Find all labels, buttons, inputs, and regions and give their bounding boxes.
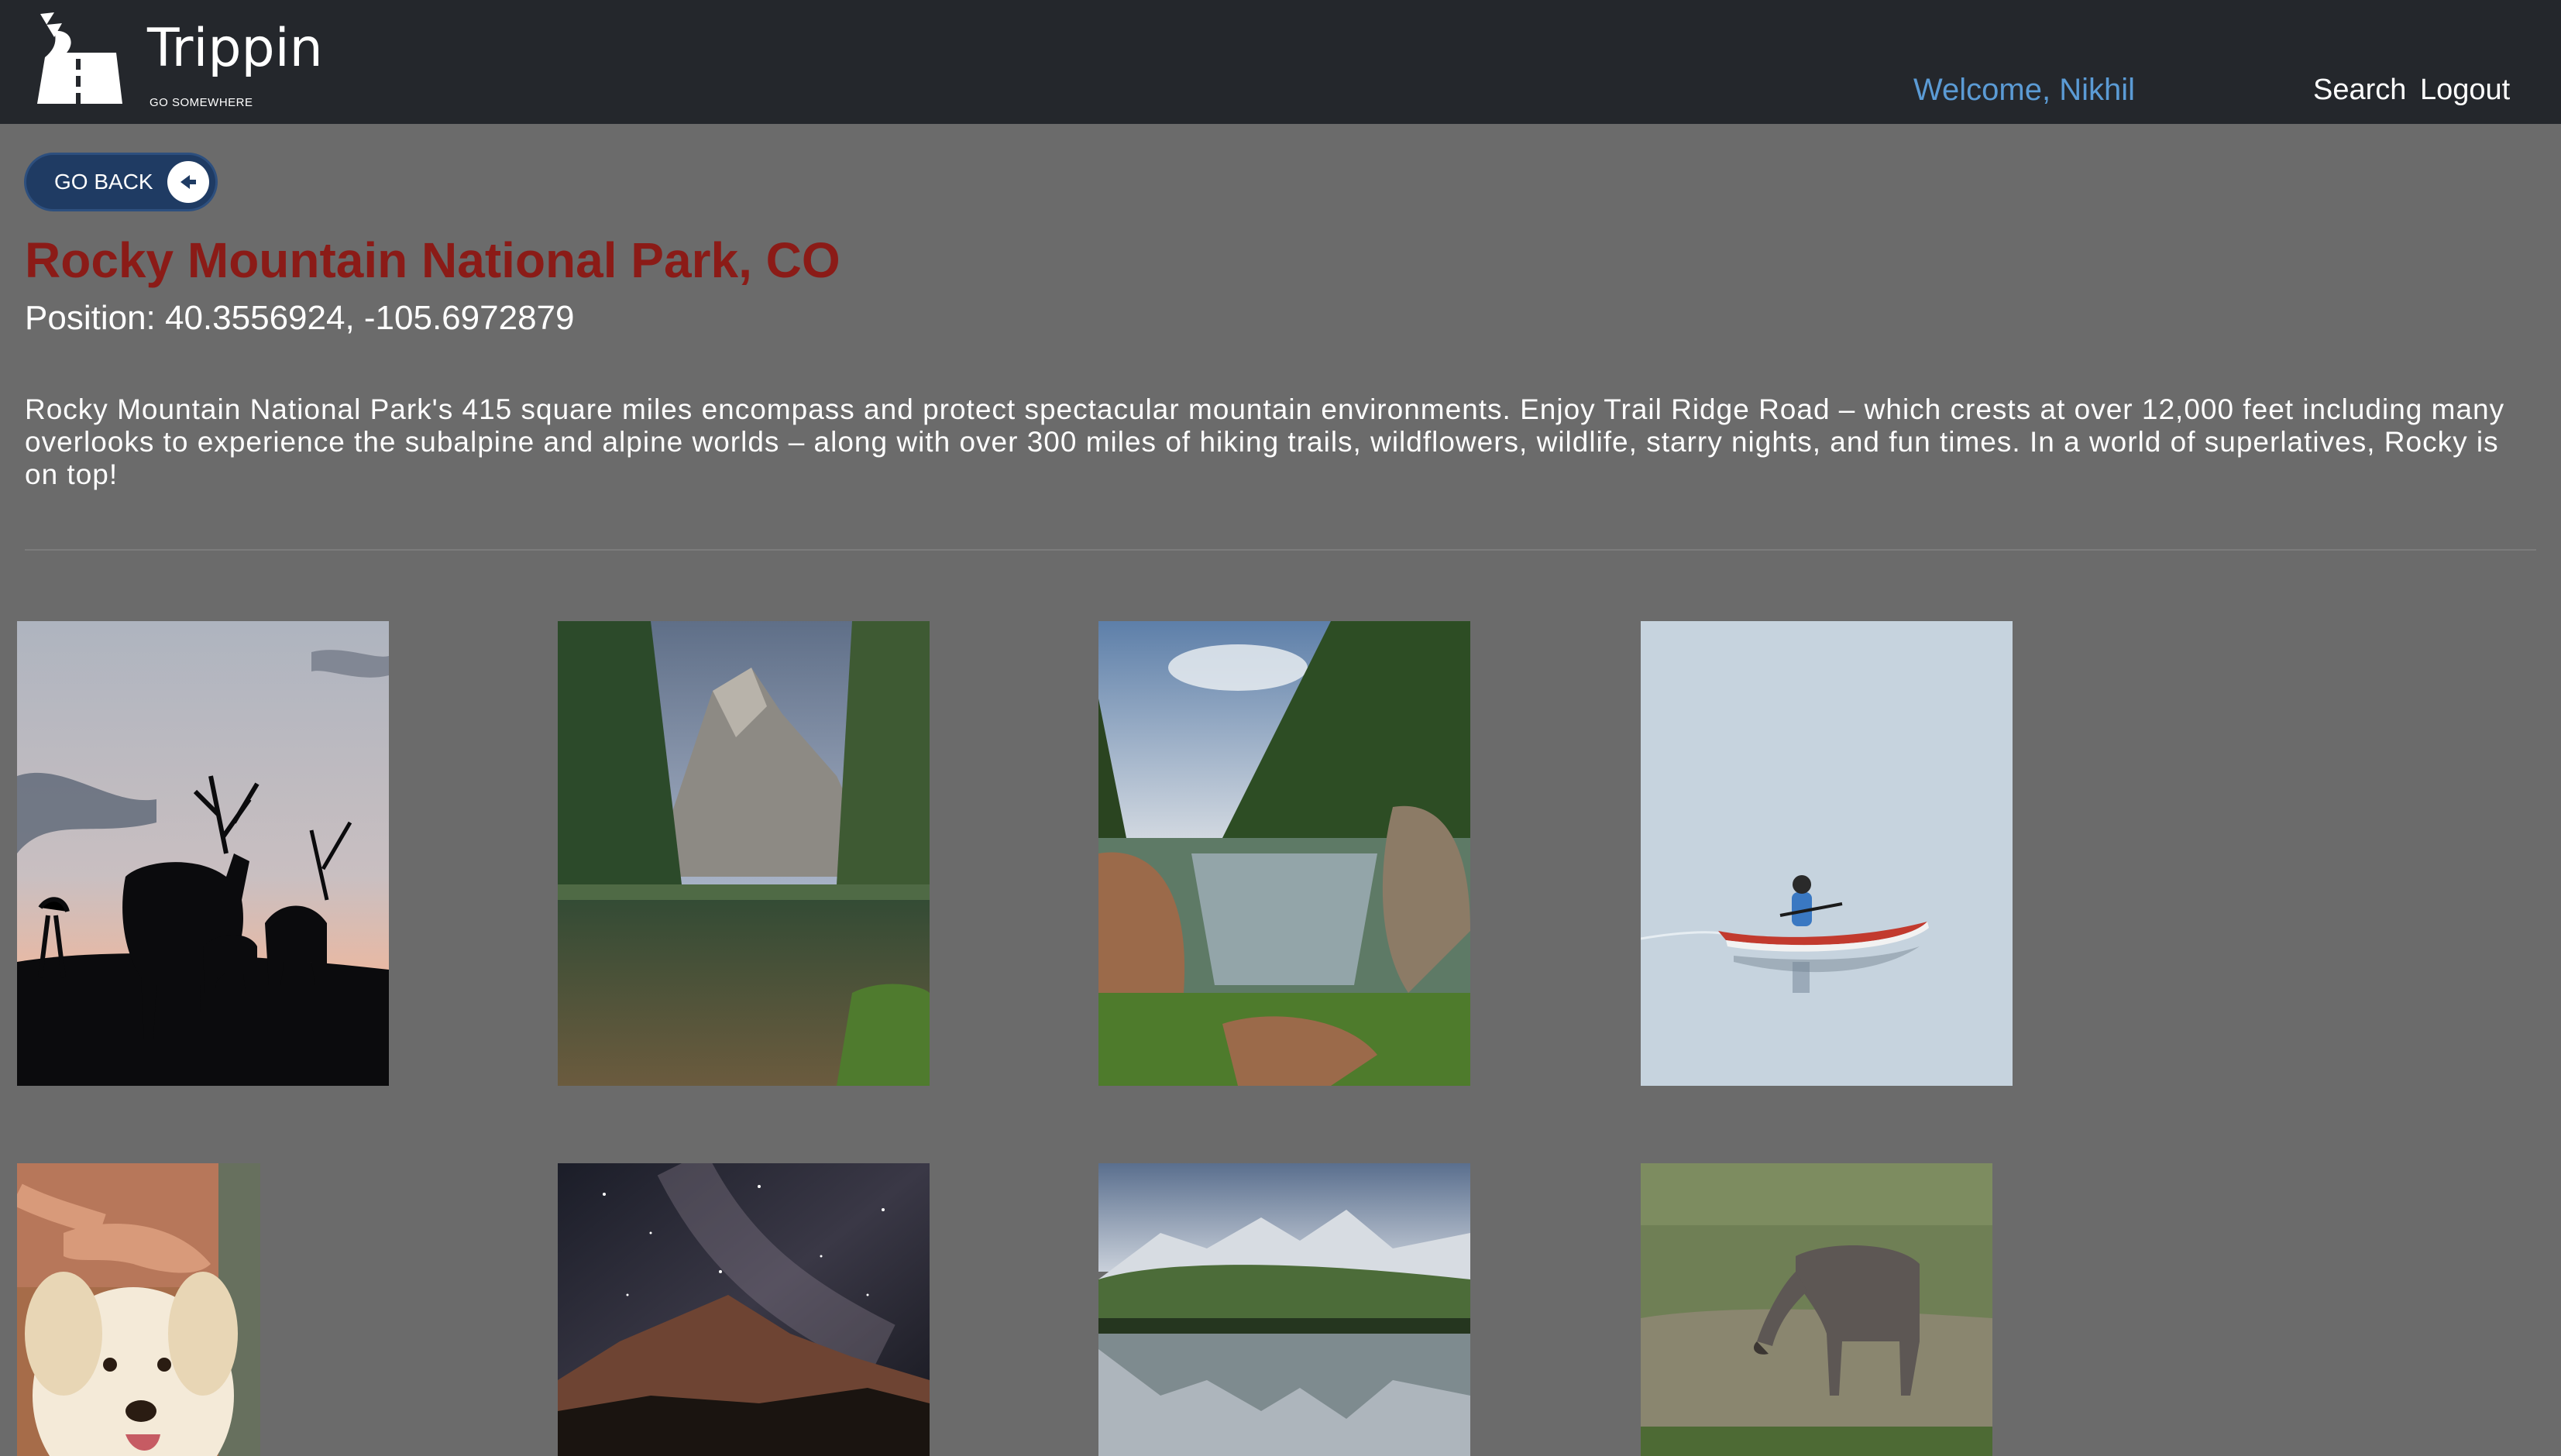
welcome-message: Welcome, Nikhil bbox=[1913, 73, 2135, 107]
road-logo-icon[interactable] bbox=[31, 11, 124, 108]
photo-mountain-lake[interactable] bbox=[558, 621, 930, 1086]
nav-logout-link[interactable]: Logout bbox=[2420, 68, 2510, 112]
park-title: Rocky Mountain National Park, CO bbox=[25, 232, 840, 288]
photo-golden-retriever[interactable] bbox=[17, 1163, 260, 1456]
brand-name[interactable]: Trippin bbox=[147, 14, 323, 84]
photo-forest-lake[interactable] bbox=[1098, 621, 1470, 1086]
park-description: Rocky Mountain National Park's 415 squar… bbox=[25, 393, 2505, 490]
photo-milky-way[interactable] bbox=[558, 1163, 930, 1456]
go-back-label: GO BACK bbox=[54, 170, 153, 194]
top-navbar: Trippin GO SOMEWHERE Welcome, Nikhil Sea… bbox=[0, 0, 2561, 124]
photo-kayaker[interactable] bbox=[1641, 621, 2013, 1086]
nav-search-link[interactable]: Search bbox=[2313, 68, 2406, 112]
photo-peaks-reflection[interactable] bbox=[1098, 1163, 1470, 1456]
park-position: Position: 40.3556924, -105.6972879 bbox=[25, 299, 575, 337]
brand-tagline: GO SOMEWHERE bbox=[150, 96, 253, 109]
section-divider bbox=[25, 549, 2536, 551]
back-arrow-icon bbox=[167, 161, 209, 203]
photo-elk-silhouettes[interactable] bbox=[17, 621, 389, 1086]
photo-grazing-elk[interactable] bbox=[1641, 1163, 1992, 1456]
go-back-button[interactable]: GO BACK bbox=[26, 155, 215, 209]
